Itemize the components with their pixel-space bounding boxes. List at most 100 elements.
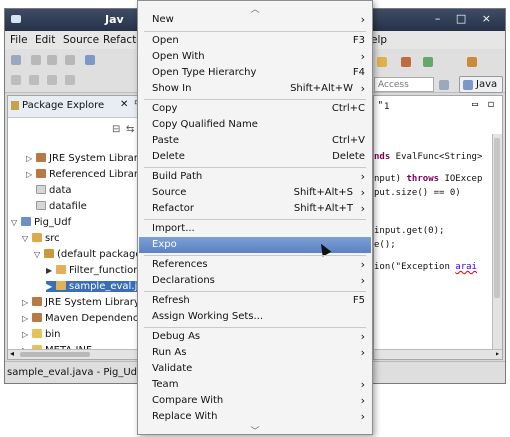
expand-arrow-icon[interactable]: ▷ xyxy=(22,298,32,307)
tree-item[interactable]: ▷ Referenced Librarie xyxy=(26,169,147,180)
code-line: nds EvalFunc<String> xyxy=(374,152,483,162)
expand-arrow-icon[interactable]: ▶ xyxy=(46,282,56,291)
horizontal-scrollbar[interactable]: ◂ xyxy=(8,349,138,359)
menu-item-delete[interactable]: Delete Delete xyxy=(139,149,371,165)
java-editor[interactable]: " 1 ▭ ◻ nds EvalFunc<String> nput) throw… xyxy=(373,95,503,360)
quick-access-input[interactable] xyxy=(374,77,434,92)
menu-separator xyxy=(144,219,366,220)
collapse-arrow-icon[interactable]: ▽ xyxy=(34,250,44,259)
menu-item-new[interactable]: New › xyxy=(139,12,371,28)
menu-item-show-in[interactable]: Show In Shift+Alt+W › xyxy=(139,81,371,97)
new-icon[interactable] xyxy=(11,55,21,65)
run-icon[interactable] xyxy=(377,57,387,67)
submenu-arrow-icon: › xyxy=(360,330,365,343)
menu-item-open-with[interactable]: Open With › xyxy=(139,49,371,65)
window-title: Jav xyxy=(105,13,124,26)
menu-item-compare-with[interactable]: Compare With › xyxy=(139,393,371,409)
tree-item[interactable]: ▽ (default package xyxy=(34,249,141,260)
open-perspective-icon[interactable] xyxy=(439,80,449,90)
menu-item-copy[interactable]: Copy Ctrl+C xyxy=(139,101,371,117)
history-icon[interactable] xyxy=(65,75,75,85)
nav-forward-icon[interactable] xyxy=(29,75,39,85)
window-controls[interactable]: – □ × xyxy=(435,12,497,25)
expand-arrow-icon[interactable]: ▷ xyxy=(26,170,36,179)
package-explorer-icon xyxy=(11,101,19,110)
menu-help[interactable]: elp xyxy=(371,34,387,46)
menu-item-source[interactable]: Source Shift+Alt+S › xyxy=(139,185,371,201)
expand-arrow-icon[interactable]: ▶ xyxy=(46,266,56,275)
menu-file[interactable]: File xyxy=(10,34,28,46)
menu-item-open-type-hierarchy[interactable]: Open Type Hierarchy F4 xyxy=(139,65,371,81)
tree-item[interactable]: ▷ JRE System Library xyxy=(22,297,140,308)
java-perspective-button[interactable]: Java xyxy=(459,76,503,93)
menu-separator xyxy=(144,327,366,328)
debug-icon[interactable] xyxy=(85,55,95,65)
menu-item-validate[interactable]: Validate xyxy=(139,361,371,377)
menu-separator xyxy=(144,167,366,168)
annotation-icon[interactable] xyxy=(47,75,57,85)
file-icon xyxy=(36,201,46,210)
tree-item[interactable]: ▶ Filter_function xyxy=(46,265,140,276)
tree-item[interactable]: ▷ bin xyxy=(22,329,60,340)
project-icon xyxy=(21,217,31,226)
menu-item-build-path[interactable]: Build Path › xyxy=(139,169,371,185)
menu-separator xyxy=(144,255,366,256)
scroll-left-icon[interactable]: ◂ xyxy=(10,349,14,358)
tree-item[interactable]: ▷ Maven Dependenci xyxy=(22,313,141,324)
build-icon[interactable] xyxy=(467,57,477,67)
tree-item[interactable]: datafile xyxy=(36,201,87,212)
menu-item-team[interactable]: Team › xyxy=(139,377,371,393)
menu-item-export[interactable]: Expo xyxy=(139,237,371,253)
save-all-icon[interactable] xyxy=(47,55,57,65)
collapse-arrow-icon[interactable]: ▽ xyxy=(22,234,32,243)
print-icon[interactable] xyxy=(65,55,75,65)
eclipse-app-icon xyxy=(11,15,21,23)
menu-item-refactor[interactable]: Refactor Shift+Alt+T › xyxy=(139,201,371,217)
code-line: e(); xyxy=(374,240,396,250)
tree-item[interactable]: ▽ Pig_Udf xyxy=(11,217,71,228)
save-icon[interactable] xyxy=(31,55,41,65)
menu-item-paste[interactable]: Paste Ctrl+V xyxy=(139,133,371,149)
collapse-all-icon[interactable]: ⊟ xyxy=(112,124,120,135)
menu-item-run-as[interactable]: Run As › xyxy=(139,345,371,361)
menu-separator xyxy=(144,31,366,32)
expand-arrow-icon[interactable]: ▷ xyxy=(26,154,36,163)
menu-item-copy-qualified-name[interactable]: Copy Qualified Name xyxy=(139,117,371,133)
expand-arrow-icon[interactable]: ▷ xyxy=(22,330,32,339)
code-line: input.get(0); xyxy=(374,226,445,236)
tree-item[interactable]: ▷ JRE System Library xyxy=(26,153,144,164)
scroll-right-icon[interactable]: ▸ xyxy=(495,349,500,358)
scroll-thumb[interactable] xyxy=(494,138,500,298)
tree-item[interactable]: data xyxy=(36,185,72,196)
menu-scroll-down-icon[interactable]: ﹀ xyxy=(138,424,372,437)
menu-edit[interactable]: Edit xyxy=(35,34,55,46)
source-folder-icon xyxy=(32,233,42,242)
menu-item-references[interactable]: References › xyxy=(139,257,371,273)
tree-item-selected[interactable]: ▶ sample_eval.ja xyxy=(46,281,143,292)
horizontal-scrollbar[interactable]: ▸ xyxy=(374,349,502,359)
collapse-arrow-icon[interactable]: ▽ xyxy=(11,218,21,227)
minimize-icon[interactable]: ▭ xyxy=(472,99,478,110)
menu-item-replace-with[interactable]: Replace With › xyxy=(139,409,371,425)
menu-item-declarations[interactable]: Declarations › xyxy=(139,273,371,289)
code-line: put.size() == 0) xyxy=(374,188,461,198)
menu-item-refresh[interactable]: Refresh F5 xyxy=(139,293,371,309)
maximize-icon[interactable]: ◻ xyxy=(488,99,494,110)
run-config-icon[interactable] xyxy=(423,57,433,67)
menu-item-debug-as[interactable]: Debug As › xyxy=(139,329,371,345)
close-icon[interactable]: ✕ xyxy=(120,99,128,110)
menu-item-assign-working-sets[interactable]: Assign Working Sets... xyxy=(139,309,371,325)
menu-source[interactable]: Source xyxy=(63,34,99,46)
java-file-icon xyxy=(56,281,66,290)
ext-tools-icon[interactable] xyxy=(401,57,411,67)
expand-arrow-icon[interactable]: ▷ xyxy=(22,314,32,323)
vertical-scrollbar[interactable] xyxy=(492,134,502,349)
nav-back-icon[interactable] xyxy=(11,75,21,85)
submenu-arrow-icon: › xyxy=(360,274,365,287)
menu-item-open[interactable]: Open F3 xyxy=(139,33,371,49)
scroll-thumb[interactable] xyxy=(20,352,90,357)
package-explorer: Package Explore ✕ ▭ ⊟ ⇆ ▷JRE System Libr… xyxy=(7,95,147,360)
link-editor-icon[interactable]: ⇆ xyxy=(126,124,134,135)
menu-item-import[interactable]: Import... xyxy=(139,221,371,237)
tree-item[interactable]: ▽ src xyxy=(22,233,60,244)
